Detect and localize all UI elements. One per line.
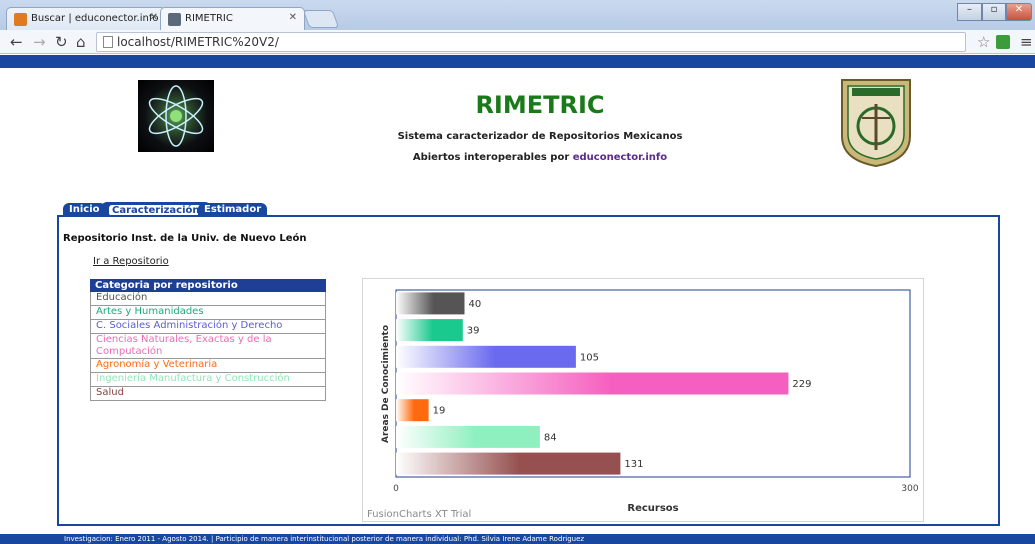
bar-value-label: 84 bbox=[544, 432, 557, 443]
chart-svg: 40 39 105 229 19 84 131 Recursos Areas De Cono… bbox=[381, 289, 919, 514]
maximize-button[interactable]: ▫ bbox=[982, 3, 1006, 21]
tab-label: Inicio bbox=[69, 204, 100, 215]
address-bar: ← → ↻ ⌂ localhost/RIMETRIC%20V2/ bbox=[0, 30, 1035, 54]
footer: Investigacion: Enero 2011 - Agosto 2014.… bbox=[0, 534, 1035, 544]
chart-bar[interactable] bbox=[396, 452, 621, 475]
x-tick-max: 300 bbox=[901, 484, 918, 494]
bar-value-label: 19 bbox=[433, 406, 446, 417]
list-item: Educación bbox=[90, 292, 326, 306]
close-icon[interactable]: ✕ bbox=[289, 12, 297, 23]
bar-value-label: 229 bbox=[792, 379, 811, 390]
x-tick-min: 0 bbox=[393, 484, 399, 494]
url-text: localhost/RIMETRIC%20V2/ bbox=[117, 35, 279, 49]
list-item: C. Sociales Administración y Derecho bbox=[90, 320, 326, 334]
chart-watermark: FusionCharts XT Trial bbox=[367, 509, 472, 520]
bookmark-star-icon[interactable]: ☆ bbox=[977, 33, 990, 51]
bar-value-label: 40 bbox=[469, 299, 482, 310]
chart-bar[interactable] bbox=[396, 372, 789, 395]
bar-value-label: 131 bbox=[624, 459, 643, 470]
subtitle-prefix: Abiertos interoperables por bbox=[412, 152, 570, 163]
back-arrow-icon[interactable]: ← bbox=[10, 33, 23, 51]
chart-bar[interactable] bbox=[396, 345, 576, 368]
new-tab-button[interactable] bbox=[302, 10, 340, 28]
chart-bar[interactable] bbox=[396, 399, 429, 422]
bar-value-label: 105 bbox=[580, 352, 599, 363]
list-item: Ingeniería Manufactura y Construcción bbox=[90, 373, 326, 387]
page-subtitle: Sistema caracterizador de Repositorios M… bbox=[397, 131, 683, 142]
bar-value-label: 39 bbox=[467, 326, 480, 337]
list-item: Agronomía y Veterinaria bbox=[90, 359, 326, 373]
reload-icon[interactable]: ↻ bbox=[55, 33, 68, 51]
rimetric-favicon-icon bbox=[168, 13, 181, 26]
list-item: Ciencias Naturales, Exactas y de la Comp… bbox=[90, 334, 326, 359]
url-input[interactable]: localhost/RIMETRIC%20V2/ bbox=[96, 32, 966, 52]
close-icon[interactable]: ✕ bbox=[150, 12, 158, 23]
repository-link[interactable]: Ir a Repositorio bbox=[93, 256, 169, 267]
top-banner bbox=[0, 55, 1035, 68]
browser-tab-rimetric[interactable]: RIMETRIC ✕ bbox=[160, 7, 305, 30]
tab-label: Estimador bbox=[204, 204, 262, 215]
y-axis-label: Areas De Conocimiento bbox=[381, 325, 391, 443]
home-icon[interactable]: ⌂ bbox=[76, 33, 86, 51]
page-subtitle-2: Abiertos interoperables por educonector.… bbox=[380, 152, 700, 163]
browser-tab-label: RIMETRIC bbox=[185, 13, 233, 24]
minimize-button[interactable]: – bbox=[957, 3, 982, 21]
browser-tab-bar: Buscar | educonector.info ✕ RIMETRIC ✕ –… bbox=[0, 0, 1035, 30]
educonector-favicon-icon bbox=[14, 13, 27, 26]
chart-bar[interactable] bbox=[396, 292, 465, 315]
chart-bar[interactable] bbox=[396, 319, 463, 342]
category-list-header: Categoria por repositorio bbox=[90, 279, 326, 292]
extension-icon[interactable] bbox=[996, 35, 1010, 49]
browser-tab-buscar[interactable]: Buscar | educonector.info ✕ bbox=[6, 7, 166, 30]
menu-icon[interactable]: ≡ bbox=[1020, 33, 1033, 51]
educonector-link[interactable]: educonector.info bbox=[573, 152, 667, 163]
category-list: Categoria por repositorio Educación Arte… bbox=[90, 279, 326, 401]
bar-chart: 40 39 105 229 19 84 131 Recursos Areas De Cono… bbox=[362, 278, 924, 522]
repository-name: Repositorio Inst. de la Univ. de Nuevo L… bbox=[63, 233, 307, 244]
page-icon bbox=[103, 36, 113, 48]
list-item: Salud bbox=[90, 387, 326, 401]
list-item: Artes y Humanidades bbox=[90, 306, 326, 320]
university-seal-icon bbox=[838, 76, 914, 168]
forward-arrow-icon[interactable]: → bbox=[33, 33, 46, 51]
chart-bar[interactable] bbox=[396, 425, 540, 448]
browser-tab-label: Buscar | educonector.info bbox=[31, 13, 159, 24]
page-title: RIMETRIC bbox=[475, 91, 605, 119]
atom-logo-icon bbox=[138, 80, 214, 152]
x-axis-label: Recursos bbox=[627, 503, 678, 514]
window-close-button[interactable]: ✕ bbox=[1006, 3, 1032, 21]
